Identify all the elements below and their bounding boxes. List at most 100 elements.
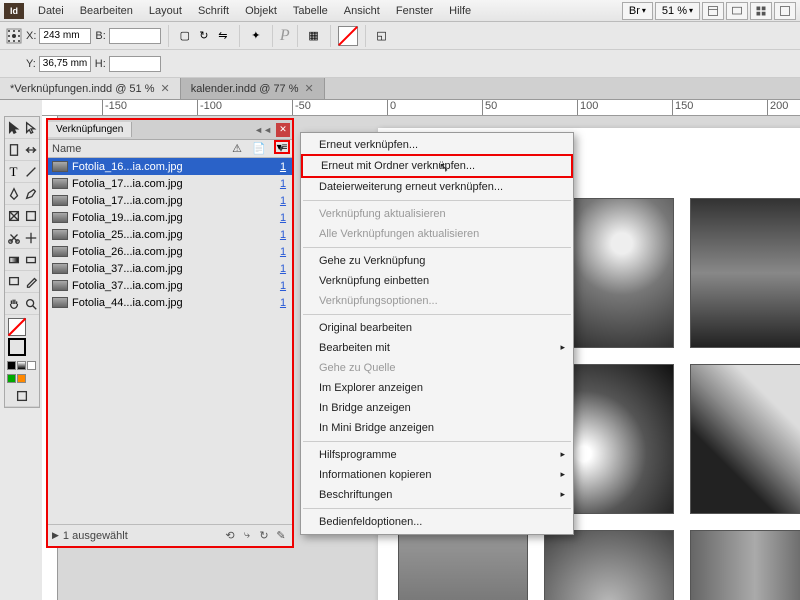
menubar-item-datei[interactable]: Datei — [30, 2, 72, 20]
edit-original-icon[interactable]: ✎ — [274, 529, 288, 543]
link-page-number[interactable]: 1 — [274, 229, 292, 241]
fill-stroke-swatches[interactable] — [5, 315, 39, 359]
context-menu-item[interactable]: Dateierweiterung erneut verknüpfen... — [301, 177, 573, 197]
gradient-swatch-tool[interactable] — [5, 249, 22, 271]
goto-link-icon[interactable]: ⤷ — [240, 529, 254, 543]
corner-icon[interactable]: ◱ — [373, 27, 391, 45]
context-menu-item[interactable]: Im Explorer anzeigen — [301, 378, 573, 398]
link-page-number[interactable]: 1 — [274, 178, 292, 190]
zoom-tool[interactable] — [22, 293, 39, 315]
panel-collapse-icon[interactable]: ◄◄ — [250, 125, 276, 135]
document-tab[interactable]: *Verknüpfungen.indd @ 51 %✕ — [0, 78, 181, 99]
wrap-icon[interactable]: ▦ — [305, 27, 323, 45]
link-page-number[interactable]: 1 — [274, 161, 292, 173]
bridge-button[interactable]: Br ▾ — [622, 2, 653, 20]
panel-close-button[interactable]: ✕ — [276, 123, 290, 137]
context-menu-item[interactable]: Gehe zu Verknüpfung — [301, 251, 573, 271]
menubar-item-schrift[interactable]: Schrift — [190, 2, 237, 20]
link-page-number[interactable]: 1 — [274, 297, 292, 309]
direct-selection-tool[interactable] — [22, 117, 39, 139]
line-tool[interactable] — [22, 161, 39, 183]
screen-mode-icon[interactable] — [726, 2, 748, 20]
context-menu-item[interactable]: Beschriftungen — [301, 485, 573, 505]
document-tab[interactable]: kalender.indd @ 77 %✕ — [181, 78, 325, 99]
arrange-icon[interactable] — [750, 2, 772, 20]
context-menu-item[interactable]: Hilfsprogramme — [301, 445, 573, 465]
links-col-page-icon[interactable]: 📄 — [248, 142, 270, 155]
placed-image[interactable] — [690, 198, 800, 348]
link-row[interactable]: Fotolia_16...ia.com.jpg1 — [48, 158, 292, 175]
view-options-icon[interactable] — [702, 2, 724, 20]
link-page-number[interactable]: 1 — [274, 263, 292, 275]
type-tool[interactable]: T — [5, 161, 22, 183]
link-row[interactable]: Fotolia_44...ia.com.jpg1 — [48, 294, 292, 311]
link-row[interactable]: Fotolia_26...ia.com.jpg1 — [48, 243, 292, 260]
close-icon[interactable]: ✕ — [161, 82, 170, 95]
transform-tool[interactable] — [22, 227, 39, 249]
color-orange-icon[interactable] — [17, 374, 26, 383]
fill-color-swatch[interactable] — [8, 318, 26, 336]
view-mode-tool[interactable] — [5, 385, 39, 407]
pencil-tool[interactable] — [22, 183, 39, 205]
page-tool[interactable] — [5, 139, 22, 161]
pen-tool[interactable] — [5, 183, 22, 205]
fill-swatch[interactable] — [338, 26, 358, 46]
close-icon[interactable]: ✕ — [305, 82, 314, 95]
placed-image[interactable] — [544, 530, 674, 600]
link-row[interactable]: Fotolia_37...ia.com.jpg1 — [48, 277, 292, 294]
link-page-number[interactable]: 1 — [274, 246, 292, 258]
rectangle-frame-tool[interactable] — [5, 205, 22, 227]
link-row[interactable]: Fotolia_17...ia.com.jpg1 — [48, 175, 292, 192]
zoom-dropdown[interactable]: 51 % ▾ — [655, 2, 700, 20]
menubar-item-tabelle[interactable]: Tabelle — [285, 2, 336, 20]
y-input[interactable] — [39, 56, 91, 72]
gradient-feather-tool[interactable] — [22, 249, 39, 271]
stroke-color-swatch[interactable] — [8, 338, 26, 356]
menubar-item-bearbeiten[interactable]: Bearbeiten — [72, 2, 141, 20]
x-input[interactable] — [39, 28, 91, 44]
placed-image[interactable] — [398, 530, 528, 600]
context-menu-item[interactable]: Erneut mit Ordner verknüpfen...↖ — [301, 154, 573, 178]
hand-tool[interactable] — [5, 293, 22, 315]
selection-tool[interactable] — [5, 117, 22, 139]
context-menu-item[interactable]: Erneut verknüpfen... — [301, 135, 573, 155]
link-row[interactable]: Fotolia_17...ia.com.jpg1 — [48, 192, 292, 209]
context-menu-item[interactable]: Verknüpfung einbetten — [301, 271, 573, 291]
relink-icon[interactable]: ⟲ — [223, 529, 237, 543]
workspace-icon[interactable] — [774, 2, 796, 20]
apply-color-icon[interactable] — [7, 361, 16, 370]
menubar-item-ansicht[interactable]: Ansicht — [336, 2, 388, 20]
note-tool[interactable] — [5, 271, 22, 293]
gap-tool[interactable] — [22, 139, 39, 161]
h-input[interactable] — [109, 56, 161, 72]
context-menu-item[interactable]: Bedienfeldoptionen... — [301, 512, 573, 532]
link-page-number[interactable]: 1 — [274, 212, 292, 224]
context-menu-item[interactable]: Original bearbeiten — [301, 318, 573, 338]
color-green-icon[interactable] — [7, 374, 16, 383]
eyedropper-tool[interactable] — [22, 271, 39, 293]
rotate-icon[interactable]: ↻ — [195, 27, 213, 45]
link-row[interactable]: Fotolia_37...ia.com.jpg1 — [48, 260, 292, 277]
links-col-status-icon[interactable]: ⚠ — [226, 142, 248, 155]
link-page-number[interactable]: 1 — [274, 280, 292, 292]
panel-menu-button[interactable]: ▾≡ — [274, 140, 290, 154]
effects-icon[interactable]: ✦ — [247, 27, 265, 45]
w-input[interactable] — [109, 28, 161, 44]
context-menu-item[interactable]: Bearbeiten mit — [301, 338, 573, 358]
links-panel-tab[interactable]: Verknüpfungen — [48, 122, 132, 137]
placed-image[interactable] — [690, 530, 800, 600]
panel-expand-icon[interactable]: ▶ — [52, 530, 59, 541]
menubar-item-objekt[interactable]: Objekt — [237, 2, 285, 20]
link-page-number[interactable]: 1 — [274, 195, 292, 207]
context-menu-item[interactable]: In Bridge anzeigen — [301, 398, 573, 418]
context-menu-item[interactable]: Informationen kopieren — [301, 465, 573, 485]
apply-none-icon[interactable] — [27, 361, 36, 370]
link-row[interactable]: Fotolia_19...ia.com.jpg1 — [48, 209, 292, 226]
flip-h-icon[interactable]: ⇋ — [214, 27, 232, 45]
menubar-item-fenster[interactable]: Fenster — [388, 2, 441, 20]
links-col-name[interactable]: Name — [48, 143, 226, 155]
scale-icon[interactable]: ▢ — [176, 27, 194, 45]
reference-point-icon[interactable] — [6, 28, 22, 44]
link-row[interactable]: Fotolia_25...ia.com.jpg1 — [48, 226, 292, 243]
context-menu-item[interactable]: In Mini Bridge anzeigen — [301, 418, 573, 438]
